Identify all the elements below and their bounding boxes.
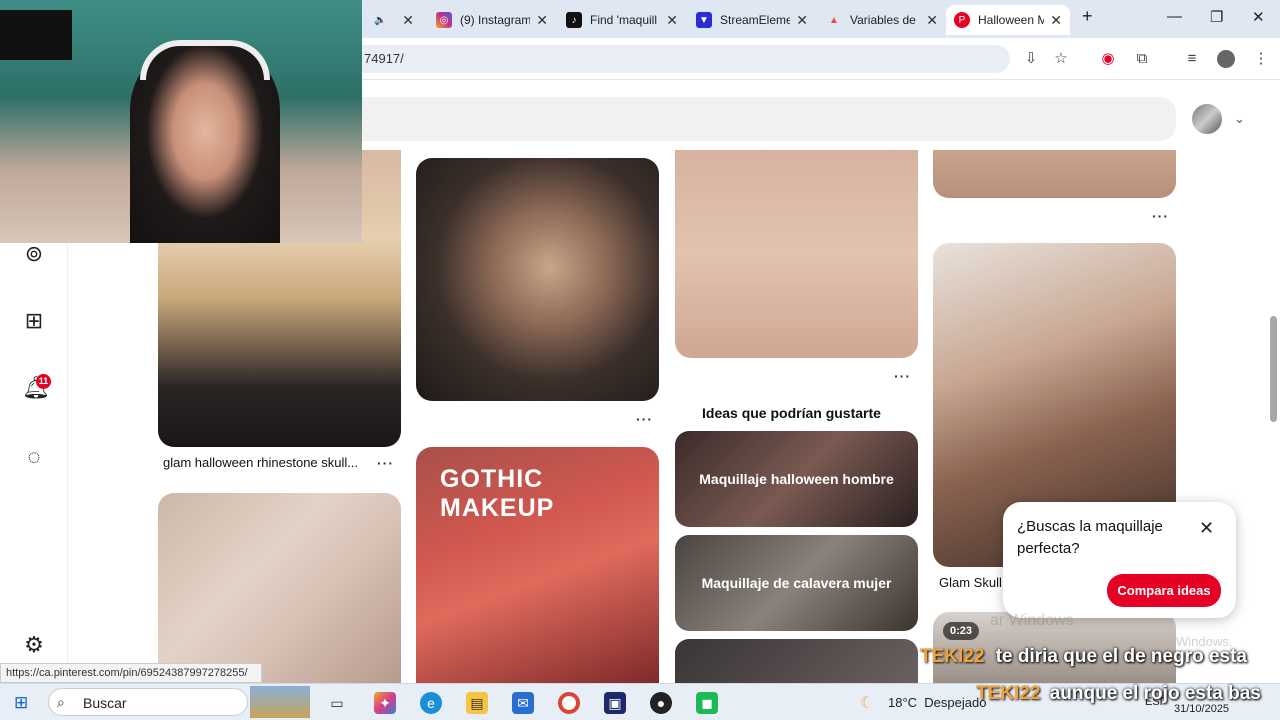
messages-chat-icon[interactable]: ◌ xyxy=(22,445,46,469)
extensions-puzzle-icon[interactable]: ⧉ xyxy=(1133,50,1151,68)
url-field[interactable]: 74917/ xyxy=(350,45,1010,73)
media-control-icon[interactable]: ≡ xyxy=(1183,50,1201,68)
chat-line: TEKI22 aunque el rojo esta bas xyxy=(976,683,1261,705)
tab-label: (9) Instagram xyxy=(460,13,531,27)
tab-pinterest[interactable]: P Halloween M ✕ xyxy=(946,5,1070,35)
headphones-image xyxy=(140,40,270,80)
pin-image[interactable] xyxy=(933,150,1176,198)
pinterest-icon: P xyxy=(954,12,970,28)
new-tab-button[interactable]: + xyxy=(1082,6,1093,27)
tab-streamelements[interactable]: ▼ StreamEleme ✕ xyxy=(688,5,816,35)
chat-message: te diria que el de negro esta xyxy=(995,646,1247,667)
extension-red-icon[interactable]: ◉ xyxy=(1099,50,1117,68)
file-explorer-icon[interactable]: ▤ xyxy=(466,692,488,714)
tab-label: StreamEleme xyxy=(720,13,791,27)
tab-label: Find 'maquill xyxy=(590,13,657,27)
explore-compass-icon[interactable]: ⊚ xyxy=(22,242,46,266)
idea-card[interactable]: Maquillaje de calavera mujer xyxy=(675,535,918,631)
pin-title[interactable]: Glam Skull xyxy=(939,575,1002,590)
pin-image[interactable]: GOTHIC MAKEUP xyxy=(416,447,659,683)
close-icon[interactable]: ✕ xyxy=(926,12,938,29)
instagram-icon: ◎ xyxy=(436,12,452,28)
webcam-overlay xyxy=(0,0,362,243)
idea-card[interactable] xyxy=(675,639,918,683)
obs-icon[interactable]: ● xyxy=(650,692,672,714)
chat-message: aunque el rojo esta bas xyxy=(1049,683,1261,704)
copilot-icon[interactable]: ✦ xyxy=(374,692,396,714)
more-options-icon[interactable]: ··· xyxy=(1152,208,1169,224)
triangle-icon: ▲ xyxy=(829,14,839,26)
chat-username: TEKI22 xyxy=(976,683,1041,704)
app-blue-icon[interactable]: ▣ xyxy=(604,692,626,714)
streamelements-icon: ▼ xyxy=(696,12,712,28)
url-text: 74917/ xyxy=(364,51,404,66)
restore-icon[interactable]: ❐ xyxy=(1210,8,1223,26)
close-icon[interactable]: ✕ xyxy=(536,12,548,29)
outlook-icon[interactable]: ✉ xyxy=(512,692,534,714)
activate-windows-watermark: ar Windows xyxy=(990,612,1074,629)
app-green-icon[interactable]: ◼ xyxy=(696,692,718,714)
close-icon[interactable]: ✕ xyxy=(666,12,678,29)
taskbar-search[interactable]: ⌕ Buscar xyxy=(48,688,248,716)
webcam-monitor xyxy=(0,10,72,60)
compare-ideas-button[interactable]: Compara ideas xyxy=(1107,574,1221,607)
chat-username: TEKI22 xyxy=(920,646,985,667)
tab-label: Halloween M xyxy=(978,13,1045,27)
tab-tiktok[interactable]: ♪ Find 'maquill ✕ xyxy=(558,5,686,35)
tab-variables[interactable]: ▲ Variables de ✕ xyxy=(818,5,946,35)
close-icon[interactable]: ✕ xyxy=(402,12,414,29)
window-close-icon[interactable]: ✕ xyxy=(1252,8,1265,26)
idea-label: Maquillaje de calavera mujer xyxy=(701,575,892,591)
speaker-icon: 🔈 xyxy=(374,14,387,26)
pin-image[interactable] xyxy=(416,158,659,401)
pin-title[interactable]: glam halloween rhinestone skull... xyxy=(163,455,358,470)
idea-card[interactable]: Maquillaje halloween hombre xyxy=(675,431,918,527)
search-icon: ⌕ xyxy=(57,694,65,710)
install-app-icon[interactable]: ⇩ xyxy=(1022,50,1040,68)
weather-moon-icon: ☾ xyxy=(860,695,875,712)
bookmark-star-icon[interactable]: ☆ xyxy=(1052,50,1070,68)
pin-image[interactable] xyxy=(675,150,918,358)
more-options-icon[interactable]: ··· xyxy=(377,455,394,471)
close-icon[interactable]: ✕ xyxy=(796,12,808,29)
chat-line: TEKI22 te diria que el de negro esta xyxy=(920,646,1247,668)
windows-start-icon[interactable]: ⊞ xyxy=(14,693,28,713)
chrome-icon[interactable] xyxy=(558,692,580,714)
ideas-section-title: Ideas que podrían gustarte xyxy=(702,405,881,421)
pin-image[interactable] xyxy=(158,493,401,683)
edge-icon[interactable]: e xyxy=(420,692,442,714)
close-icon[interactable]: ✕ xyxy=(1050,12,1062,29)
status-bar-url: https://ca.pinterest.com/pin/69524387997… xyxy=(0,663,262,683)
menu-kebab-icon[interactable]: ⋮ xyxy=(1252,50,1270,68)
idea-label: Maquillaje halloween hombre xyxy=(699,471,894,487)
tab-instagram[interactable]: ◎ (9) Instagram ✕ xyxy=(428,5,556,35)
pin-overlay-text: GOTHIC MAKEUP xyxy=(440,465,555,522)
create-plus-icon[interactable]: ⊞ xyxy=(22,309,46,333)
settings-gear-icon[interactable]: ⚙ xyxy=(22,633,46,657)
tiktok-icon: ♪ xyxy=(566,12,582,28)
avatar[interactable] xyxy=(1192,104,1222,134)
search-highlight-image xyxy=(250,686,310,718)
tab-label: Variables de xyxy=(850,13,916,27)
task-view-icon[interactable]: ▭ xyxy=(326,692,348,714)
more-options-icon[interactable]: ··· xyxy=(894,368,911,384)
weather-text[interactable]: 18°C Despejado xyxy=(888,695,986,710)
search-placeholder: Buscar xyxy=(83,695,127,711)
video-duration: 0:23 xyxy=(943,622,980,640)
pinterest-search-bar[interactable] xyxy=(330,97,1176,141)
popup-question: ¿Buscas la maquillaje perfecta? xyxy=(1017,518,1163,557)
close-icon[interactable]: ✕ xyxy=(1199,518,1214,539)
chrome-profile-icon[interactable] xyxy=(1217,50,1235,68)
minimize-icon[interactable]: — xyxy=(1167,8,1182,25)
notification-badge: 11 xyxy=(36,374,51,389)
chevron-down-icon[interactable]: ⌄ xyxy=(1234,111,1245,127)
more-options-icon[interactable]: ··· xyxy=(636,411,653,427)
compare-ideas-popup: ¿Buscas la maquillaje perfecta? ✕ Compar… xyxy=(1003,502,1236,618)
scrollbar-thumb[interactable] xyxy=(1270,316,1277,422)
